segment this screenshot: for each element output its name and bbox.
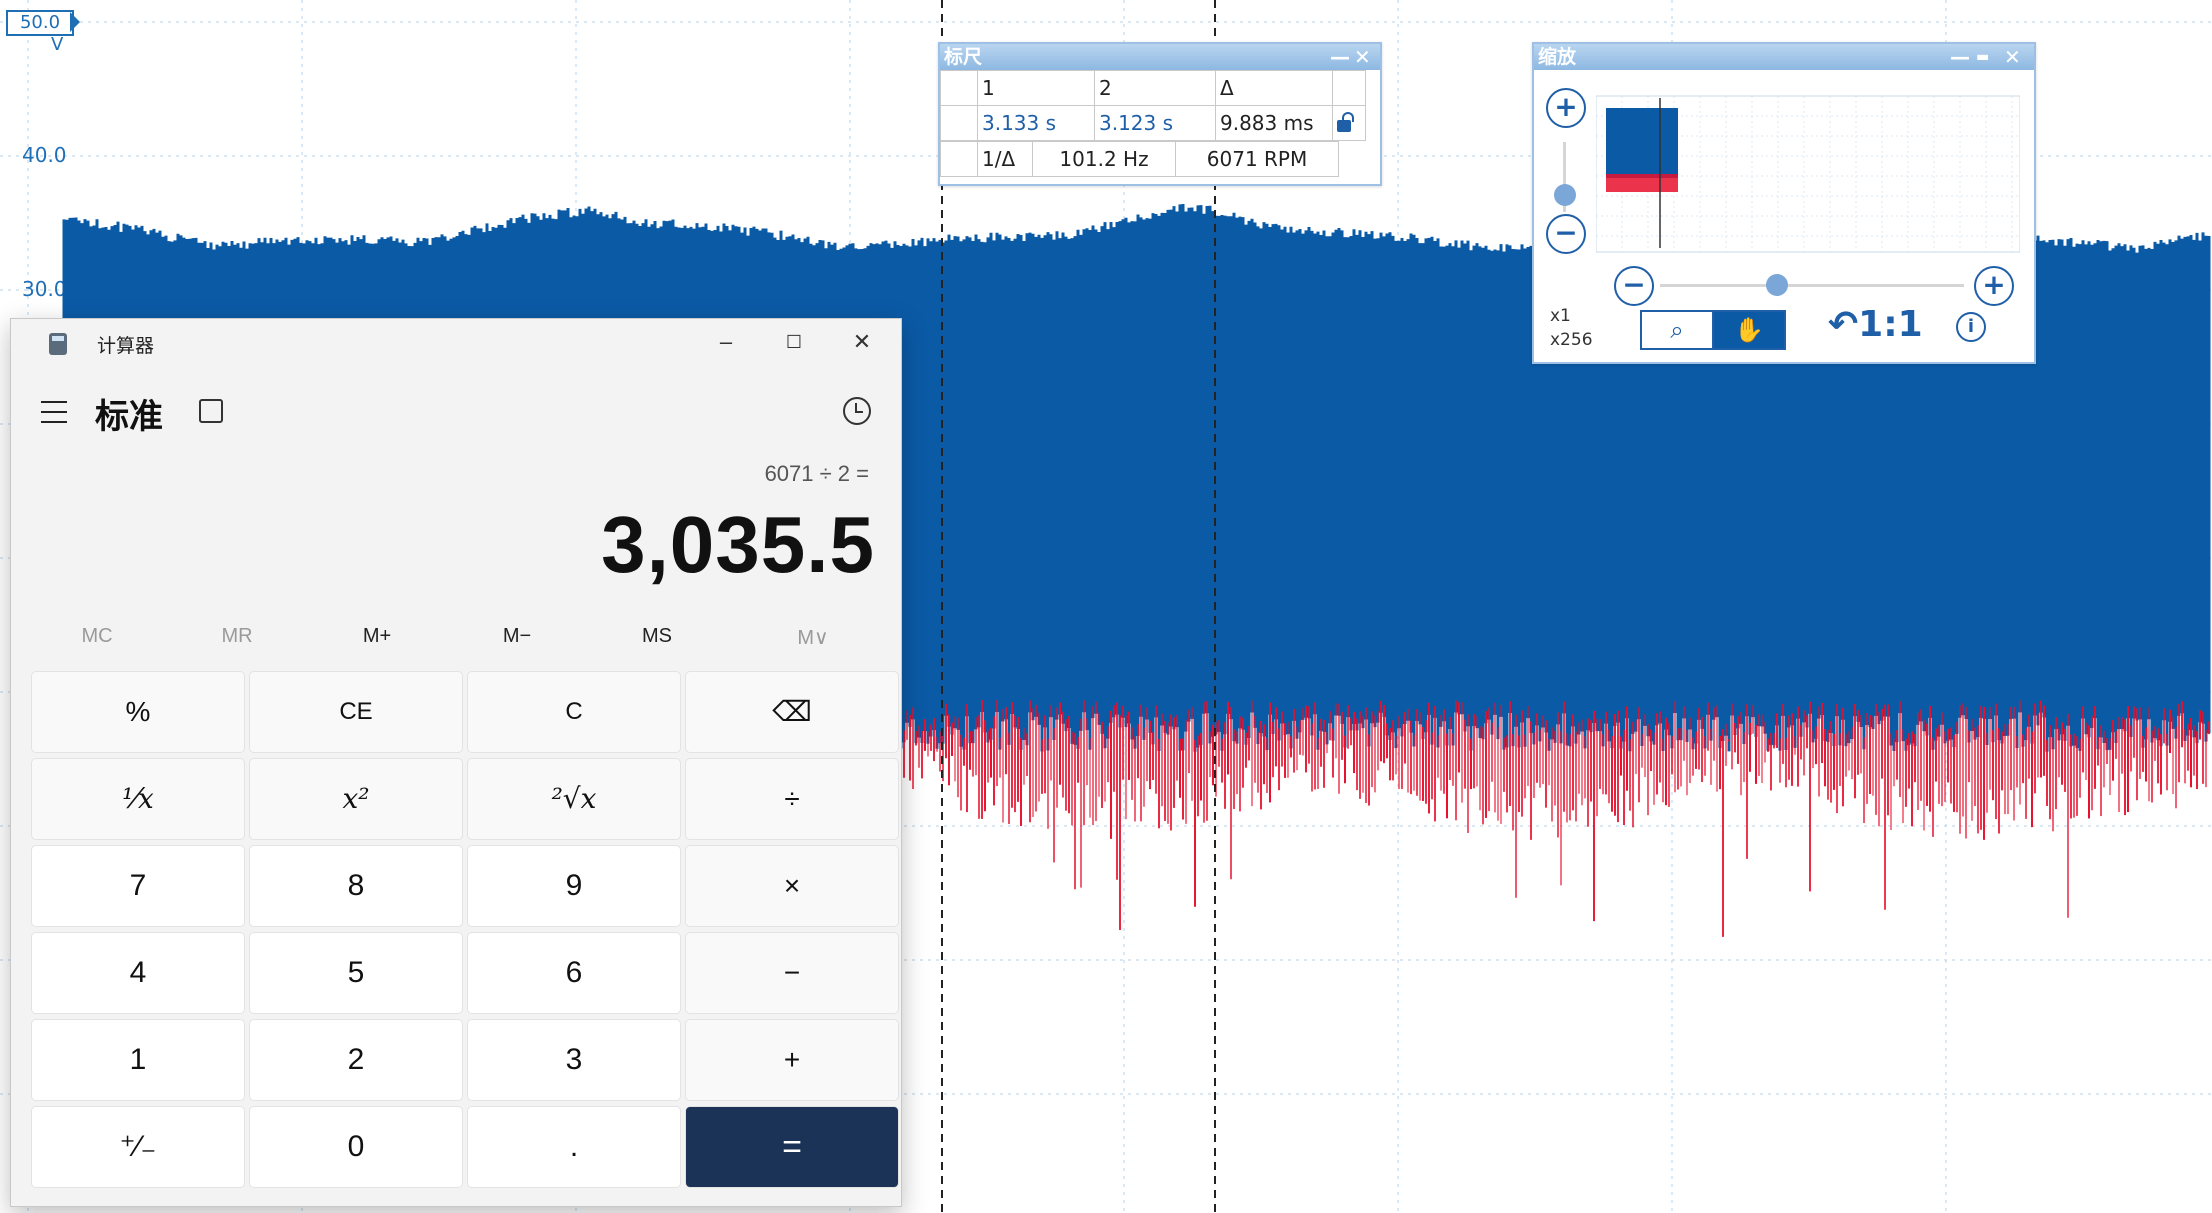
keep-on-top-icon[interactable] bbox=[199, 399, 223, 423]
mc-button[interactable]: MC bbox=[57, 625, 137, 648]
backspace-button[interactable]: ⌫ bbox=[685, 671, 899, 753]
calculator-titlebar[interactable]: 计算器 – ☐ ✕ bbox=[11, 319, 901, 365]
zoom-overview[interactable] bbox=[1596, 90, 2020, 256]
result-display: 3,035.5 bbox=[601, 500, 875, 589]
reset-zoom-button[interactable]: ↶1:1 bbox=[1828, 304, 1923, 345]
zoom-titlebar[interactable]: 缩放 — ▬ ✕ bbox=[1534, 44, 2034, 70]
ms-button[interactable]: MS bbox=[617, 625, 697, 648]
m-minus-button[interactable]: M− bbox=[477, 625, 557, 648]
ruler-col-1: 1 bbox=[977, 70, 1095, 106]
ruler-col-delta: Δ bbox=[1215, 70, 1333, 106]
range-arrow-icon bbox=[70, 12, 80, 32]
square-root-button[interactable]: ²√x bbox=[467, 758, 681, 840]
divide-button[interactable]: ÷ bbox=[685, 758, 899, 840]
ruler-table: 1 2 Δ 3.133 s 3.123 s 9.883 ms bbox=[940, 70, 1366, 141]
memory-list-button[interactable]: M∨ bbox=[773, 625, 853, 650]
digit-7-button[interactable]: 7 bbox=[31, 845, 245, 927]
undo-icon: ↶ bbox=[1828, 304, 1859, 345]
subtract-button[interactable]: − bbox=[685, 932, 899, 1014]
close-icon[interactable]: ✕ bbox=[847, 327, 877, 357]
mode-title: 标准 bbox=[95, 398, 163, 436]
clear-button[interactable]: C bbox=[467, 671, 681, 753]
close-icon[interactable]: ✕ bbox=[1354, 44, 1371, 70]
ruler-col-2: 2 bbox=[1094, 70, 1216, 106]
y-tick-label: 30.0 bbox=[22, 277, 67, 301]
horizontal-slider-thumb[interactable] bbox=[1766, 274, 1788, 296]
ruler-rpm: 6071 RPM bbox=[1175, 141, 1339, 177]
maximize-icon[interactable]: ▬ bbox=[1976, 44, 1989, 70]
zoom-out-horizontal-button[interactable]: − bbox=[1614, 266, 1654, 306]
info-icon[interactable]: i bbox=[1956, 312, 1986, 342]
digit-3-button[interactable]: 3 bbox=[467, 1019, 681, 1101]
digit-2-button[interactable]: 2 bbox=[249, 1019, 463, 1101]
decimal-button[interactable]: . bbox=[467, 1106, 681, 1188]
mr-button[interactable]: MR bbox=[197, 625, 277, 648]
horizontal-slider-track bbox=[1660, 284, 1964, 287]
minimize-icon[interactable]: – bbox=[711, 327, 741, 357]
digit-4-button[interactable]: 4 bbox=[31, 932, 245, 1014]
square-button[interactable]: x² bbox=[249, 758, 463, 840]
reciprocal-button[interactable]: ¹⁄x bbox=[31, 758, 245, 840]
calculator-app-icon bbox=[49, 333, 67, 355]
calculator-title: 计算器 bbox=[97, 336, 155, 357]
zoom-tool-button[interactable]: ⌕ bbox=[1640, 310, 1714, 350]
equals-button[interactable]: = bbox=[685, 1106, 899, 1188]
axis-unit: V bbox=[51, 34, 64, 55]
ruler-titlebar[interactable]: 标尺 — ✕ bbox=[940, 44, 1380, 70]
ruler-panel: 标尺 — ✕ 1 2 Δ 3.133 s 3.123 s 9.883 ms 1/… bbox=[938, 42, 1382, 186]
zoom-in-vertical-button[interactable]: + bbox=[1546, 88, 1586, 128]
zoom-panel: 缩放 — ▬ ✕ + − − + x1 x256 ⌕ ✋ ↶1:1 i bbox=[1532, 42, 2036, 364]
multiply-button[interactable]: × bbox=[685, 845, 899, 927]
ruler-inv-label: 1/Δ bbox=[977, 141, 1033, 177]
memory-row: MC MR M+ M− MS M∨ bbox=[11, 625, 901, 665]
hand-icon: ✋ bbox=[1734, 316, 1764, 344]
ruler-freq: 101.2 Hz bbox=[1032, 141, 1176, 177]
backspace-icon: ⌫ bbox=[772, 696, 812, 727]
lock-icon[interactable] bbox=[1337, 112, 1354, 132]
digit-0-button[interactable]: 0 bbox=[249, 1106, 463, 1188]
digit-9-button[interactable]: 9 bbox=[467, 845, 681, 927]
magnifier-icon: ⌕ bbox=[1670, 316, 1684, 344]
history-icon[interactable] bbox=[843, 397, 871, 425]
ruler-delta: 9.883 ms bbox=[1215, 105, 1333, 141]
zoom-title: 缩放 bbox=[1538, 46, 1577, 68]
percent-button[interactable]: % bbox=[31, 671, 245, 753]
digit-8-button[interactable]: 8 bbox=[249, 845, 463, 927]
ruler-freq-table: 1/Δ 101.2 Hz 6071 RPM bbox=[940, 141, 1339, 177]
hamburger-menu-icon[interactable] bbox=[41, 401, 67, 423]
y-tick-label: 40.0 bbox=[22, 143, 67, 167]
pan-tool-button[interactable]: ✋ bbox=[1712, 310, 1786, 350]
calculator-window: 计算器 – ☐ ✕ 标准 6071 ÷ 2 = 3,035.5 MC MR M+… bbox=[10, 318, 902, 1207]
digit-6-button[interactable]: 6 bbox=[467, 932, 681, 1014]
ruler-t2[interactable]: 3.123 s bbox=[1094, 105, 1216, 141]
close-icon[interactable]: ✕ bbox=[2004, 44, 2021, 70]
clear-entry-button[interactable]: CE bbox=[249, 671, 463, 753]
minimize-icon[interactable]: — bbox=[1950, 44, 1970, 70]
minimize-icon[interactable]: — bbox=[1330, 44, 1350, 70]
digit-5-button[interactable]: 5 bbox=[249, 932, 463, 1014]
vertical-slider-thumb[interactable] bbox=[1554, 184, 1576, 206]
ruler-t1[interactable]: 3.133 s bbox=[977, 105, 1095, 141]
zoom-x1-label: x1 bbox=[1550, 306, 1571, 326]
expression: 6071 ÷ 2 = bbox=[764, 461, 869, 486]
m-plus-button[interactable]: M+ bbox=[337, 625, 417, 648]
ruler-title: 标尺 bbox=[944, 46, 983, 68]
maximize-icon[interactable]: ☐ bbox=[779, 327, 809, 357]
range-badge[interactable]: 50.0 bbox=[6, 10, 74, 36]
add-button[interactable]: + bbox=[685, 1019, 899, 1101]
zoom-out-vertical-button[interactable]: − bbox=[1546, 214, 1586, 254]
negate-button[interactable]: ⁺⁄₋ bbox=[31, 1106, 245, 1188]
digit-1-button[interactable]: 1 bbox=[31, 1019, 245, 1101]
zoom-x256-label: x256 bbox=[1550, 330, 1593, 350]
zoom-in-horizontal-button[interactable]: + bbox=[1974, 266, 2014, 306]
mode-bar: 标准 bbox=[11, 379, 901, 436]
